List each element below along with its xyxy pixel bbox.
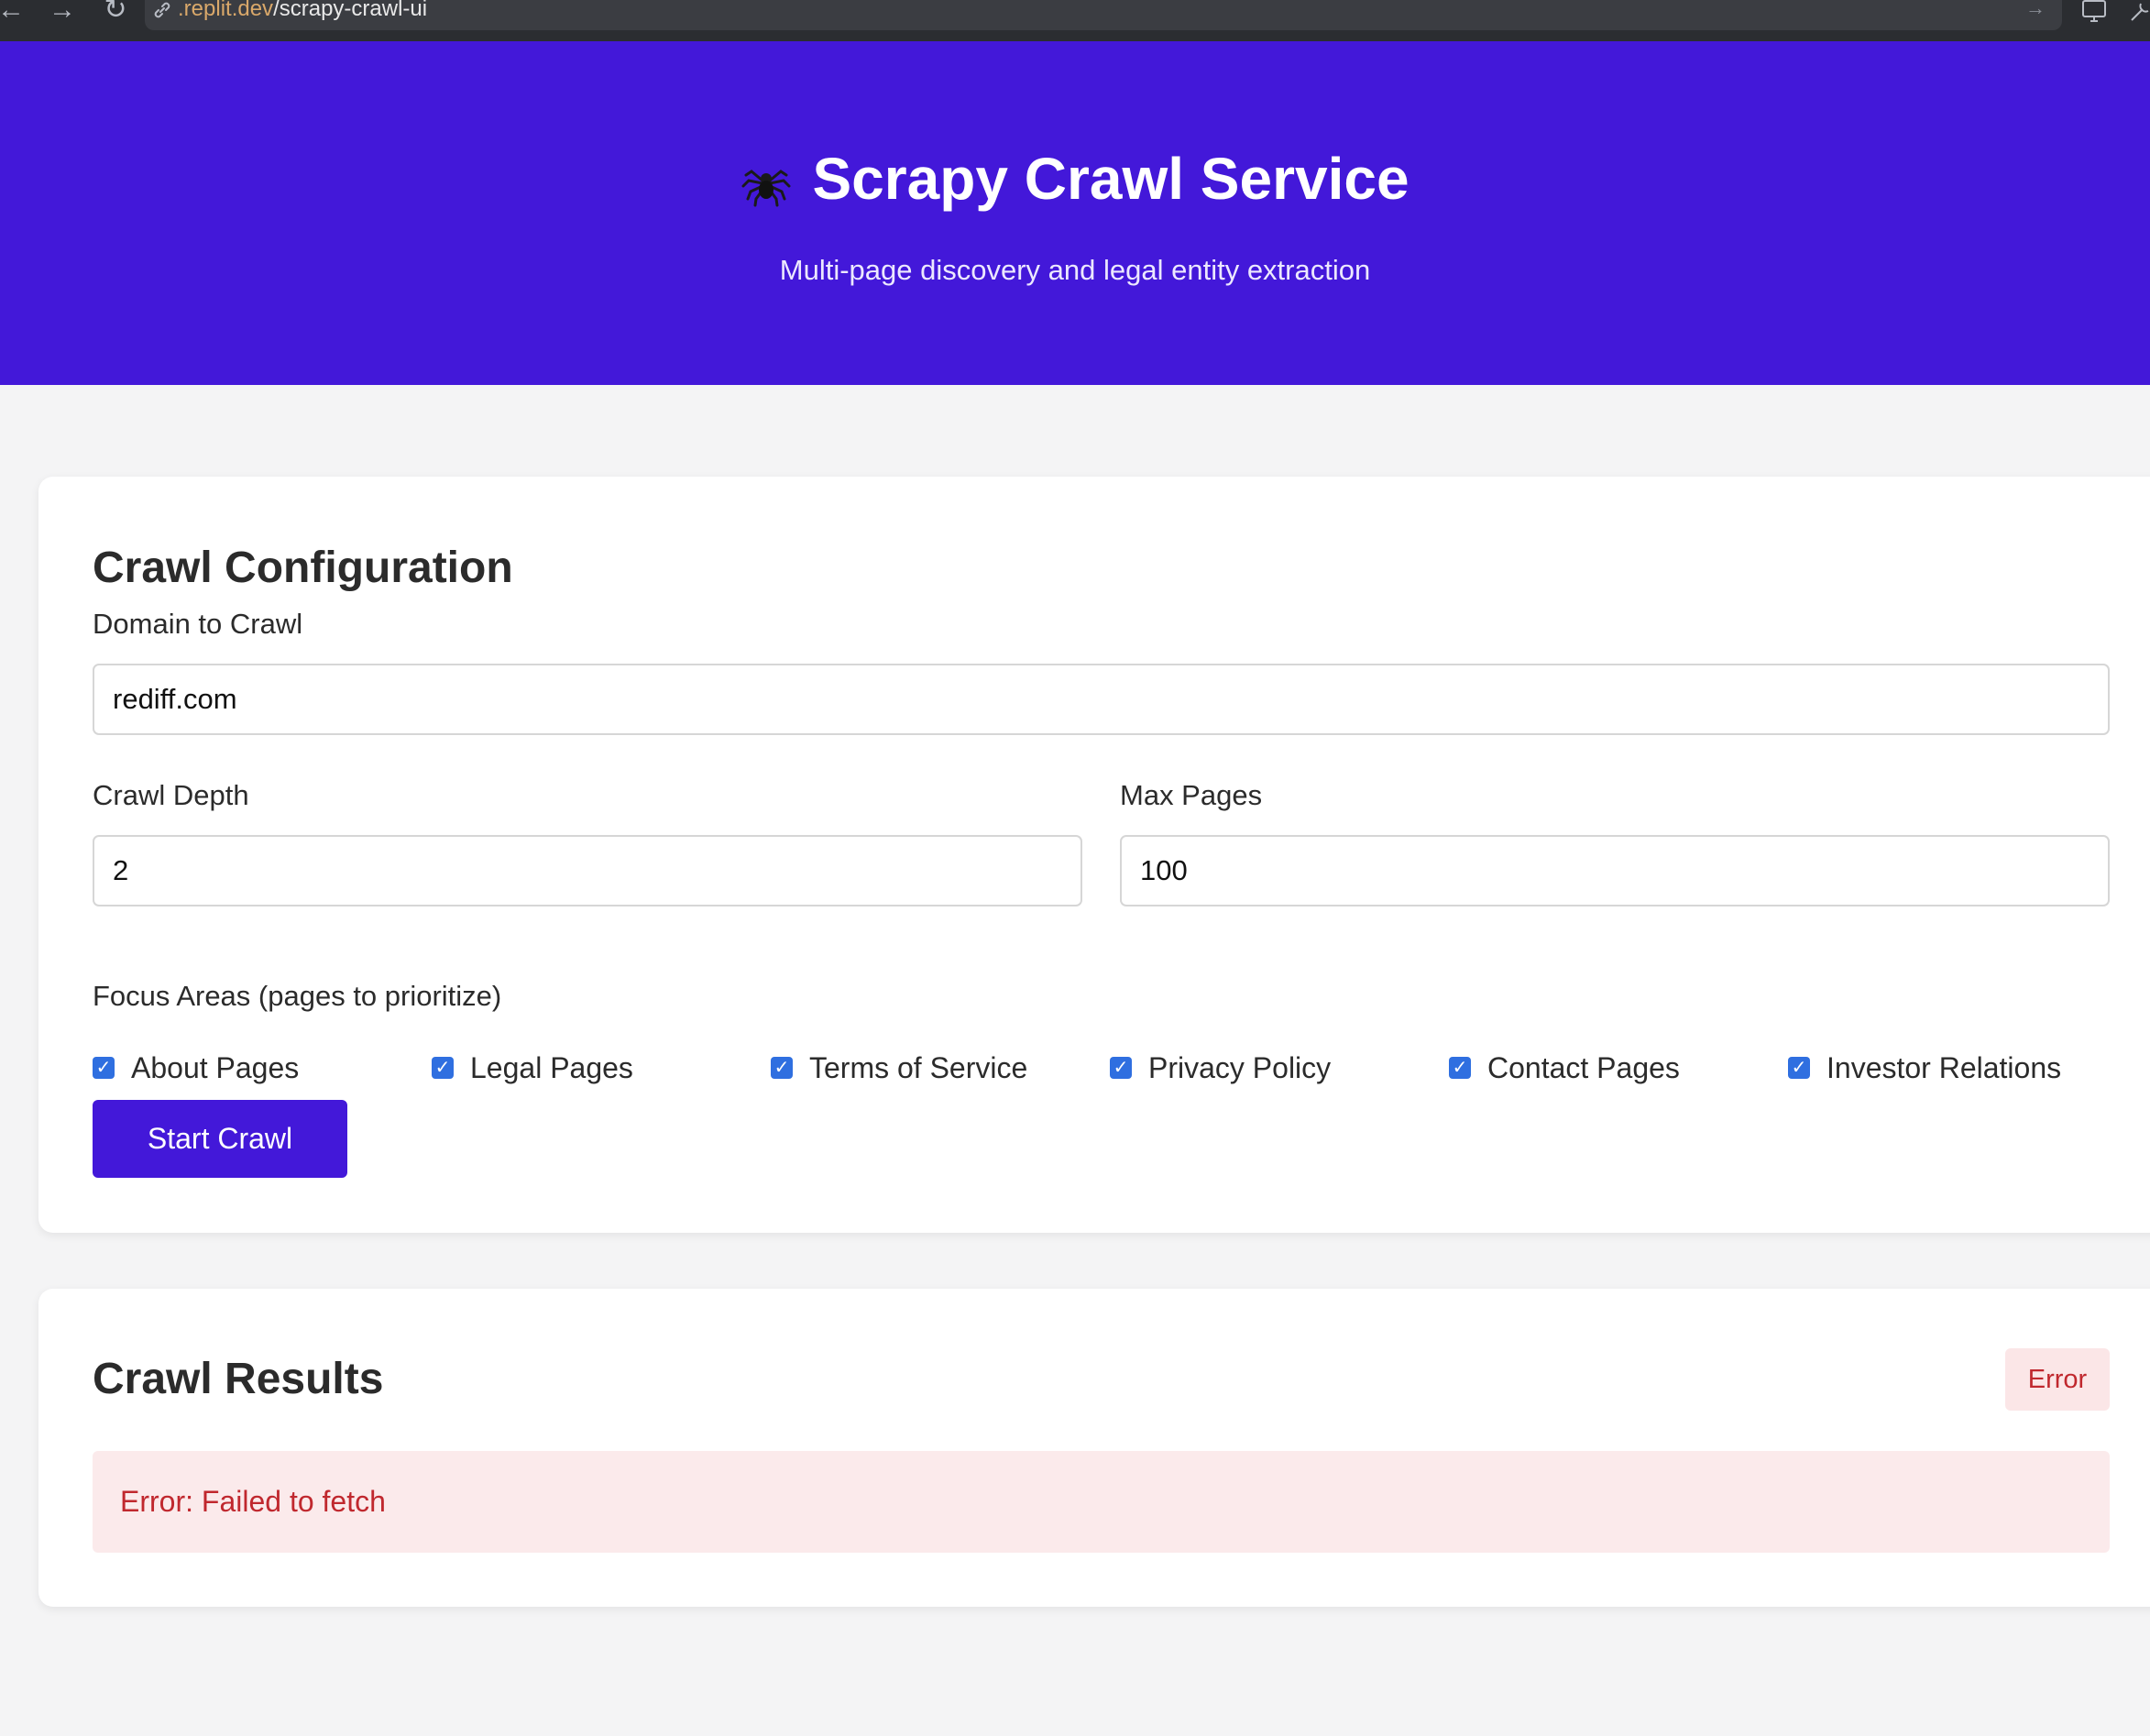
desktop-icon[interactable] — [2080, 0, 2112, 26]
checkbox-checked-icon[interactable]: ✓ — [93, 1057, 115, 1079]
focus-area-contact[interactable]: ✓ Contact Pages — [1449, 1045, 1680, 1091]
share-arrow-icon[interactable]: → — [2025, 0, 2046, 18]
page-subtitle: Multi-page discovery and legal entity ex… — [779, 254, 1371, 286]
crawl-depth-label: Crawl Depth — [93, 779, 249, 811]
start-crawl-button[interactable]: Start Crawl — [93, 1100, 347, 1178]
focus-areas-group: ✓ About Pages ✓ Legal Pages ✓ Terms of S… — [93, 1045, 2145, 1091]
reload-icon[interactable]: ↻ — [97, 0, 134, 29]
url-path: /scrapy-crawl-ui — [273, 0, 428, 21]
focus-areas-label: Focus Areas (pages to prioritize) — [93, 980, 502, 1012]
section-title-configuration: Crawl Configuration — [93, 544, 513, 592]
focus-area-investor[interactable]: ✓ Investor Relations — [1788, 1045, 2061, 1091]
focus-area-privacy[interactable]: ✓ Privacy Policy — [1110, 1045, 1331, 1091]
focus-area-about[interactable]: ✓ About Pages — [93, 1045, 299, 1091]
checkbox-checked-icon[interactable]: ✓ — [771, 1057, 793, 1079]
page-title: Scrapy Crawl Service — [0, 144, 2150, 214]
max-pages-label: Max Pages — [1120, 779, 1263, 811]
crawl-depth-input[interactable] — [93, 835, 1082, 906]
tools-icon[interactable] — [2128, 0, 2150, 26]
focus-area-label: Privacy Policy — [1148, 1051, 1332, 1084]
checkbox-checked-icon[interactable]: ✓ — [1110, 1057, 1132, 1079]
focus-area-label: About Pages — [131, 1051, 300, 1084]
url-text: .replit.dev/scrapy-crawl-ui — [178, 0, 427, 21]
back-arrow-icon[interactable]: ← — [0, 0, 29, 29]
error-message: Error: Failed to fetch — [120, 1485, 386, 1518]
spider-icon — [740, 153, 792, 207]
checkbox-checked-icon[interactable]: ✓ — [1788, 1057, 1810, 1079]
focus-area-label: Terms of Service — [809, 1051, 1028, 1084]
domain-input[interactable] — [93, 664, 2110, 735]
crawl-results-card: Crawl Results Error Error: Failed to fet… — [38, 1289, 2150, 1607]
focus-area-terms[interactable]: ✓ Terms of Service — [771, 1045, 1027, 1091]
error-message-box: Error: Failed to fetch — [93, 1451, 2110, 1553]
page-title-text: Scrapy Crawl Service — [812, 146, 1410, 212]
forward-arrow-icon[interactable]: → — [44, 0, 81, 29]
page-header: Scrapy Crawl Service Multi-page discover… — [0, 41, 2150, 385]
status-badge: Error — [2005, 1348, 2110, 1411]
crawl-configuration-card: Crawl Configuration Domain to Crawl Craw… — [38, 477, 2150, 1233]
domain-label: Domain to Crawl — [93, 608, 303, 640]
section-title-results: Crawl Results — [93, 1355, 384, 1403]
focus-area-legal[interactable]: ✓ Legal Pages — [432, 1045, 633, 1091]
checkbox-checked-icon[interactable]: ✓ — [1449, 1057, 1471, 1079]
checkbox-checked-icon[interactable]: ✓ — [432, 1057, 454, 1079]
focus-area-label: Contact Pages — [1487, 1051, 1680, 1084]
focus-area-label: Investor Relations — [1826, 1051, 2062, 1084]
browser-toolbar: ← → ↻ .replit.dev/scrapy-crawl-ui → — [0, 0, 2150, 41]
url-domain: .replit.dev — [178, 0, 274, 21]
focus-area-label: Legal Pages — [470, 1051, 633, 1084]
address-bar[interactable]: .replit.dev/scrapy-crawl-ui → — [145, 0, 2062, 30]
max-pages-input[interactable] — [1120, 835, 2110, 906]
link-icon — [152, 0, 174, 22]
